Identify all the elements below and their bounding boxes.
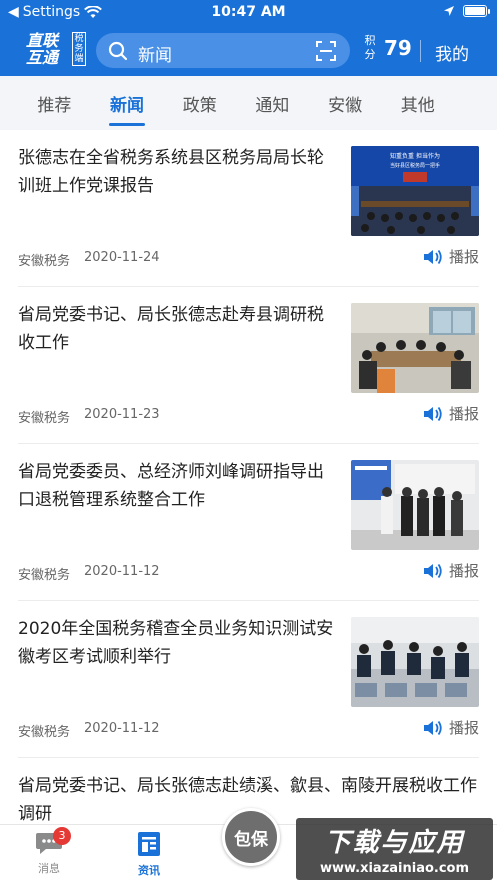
news-date: 2020-11-12 xyxy=(84,564,160,579)
logo-main-text: 直联互通 xyxy=(26,31,59,67)
mine-button[interactable]: 我的 xyxy=(435,40,469,65)
tab-other[interactable]: 其他 xyxy=(381,76,454,130)
broadcast-label: 播报 xyxy=(448,562,479,580)
baobao-button[interactable]: 包保 xyxy=(222,808,280,866)
battery-icon xyxy=(463,5,490,17)
tab-recommend[interactable]: 推荐 xyxy=(18,76,91,130)
broadcast-label: 播报 xyxy=(448,405,479,423)
news-source: 安徽税务 xyxy=(18,568,71,583)
news-source: 安徽税务 xyxy=(18,411,71,426)
news-title[interactable]: 2020年全国税务稽查全员业务知识测试安徽考区考试顺利举行 xyxy=(18,615,336,671)
location-icon xyxy=(444,6,454,16)
tab-label: 新闻 xyxy=(110,95,145,116)
broadcast-label: 播报 xyxy=(448,719,479,737)
speaker-icon xyxy=(423,563,442,578)
points-label: 积分 xyxy=(364,34,376,61)
meeting-stage-photo: 知重负重 担当作为 当好县区税务局一把手 xyxy=(351,146,479,236)
news-thumbnail[interactable] xyxy=(351,303,479,393)
news-source: 安徽税务 xyxy=(18,254,71,269)
svg-text:当好县区税务局一把手: 当好县区税务局一把手 xyxy=(390,162,440,169)
tab-messages[interactable]: 3 消息 xyxy=(19,827,79,876)
broadcast-button[interactable]: 播报 xyxy=(423,246,479,267)
speaker-icon xyxy=(423,720,442,735)
news-title[interactable]: 张德志在全省税务系统县区税务局局长轮训班上作党课报告 xyxy=(18,144,336,200)
status-time: 10:47 AM xyxy=(211,4,286,20)
broadcast-button[interactable]: 播报 xyxy=(423,403,479,424)
news-item[interactable]: 省局党委书记、局长张德志赴寿县调研税收工作 安徽税务 2020-11-23 播报 xyxy=(18,287,479,444)
news-meta: 安徽税务 2020-11-12 xyxy=(18,721,160,740)
points-display[interactable]: 积分 79 xyxy=(364,34,412,62)
tab-news-feed-label: 资讯 xyxy=(138,864,160,877)
tab-anhui[interactable]: 安徽 xyxy=(309,76,382,130)
logo-side-text: 税务端 xyxy=(72,32,86,66)
news-source: 安徽税务 xyxy=(18,725,71,740)
category-tabs: 推荐 新闻 政策 通知 安徽 其他 xyxy=(0,76,497,130)
news-date: 2020-11-23 xyxy=(84,407,160,422)
broadcast-button[interactable]: 播报 xyxy=(423,560,479,581)
news-meta: 安徽税务 2020-11-24 xyxy=(18,250,160,269)
news-date: 2020-11-12 xyxy=(84,721,160,736)
points-value: 79 xyxy=(384,36,412,60)
status-right xyxy=(443,5,490,17)
news-thumbnail[interactable]: 知重负重 担当作为 当好县区税务局一把手 xyxy=(351,146,479,236)
site-watermark: 下载与应用 www.xiazainiao.com xyxy=(296,818,493,880)
tab-notice[interactable]: 通知 xyxy=(236,76,309,130)
app-header: ◀ Settings 10:47 AM 直联互通 税务端 新闻 积分 79 我的 xyxy=(0,0,497,76)
tab-label: 安徽 xyxy=(328,95,363,116)
tab-policy[interactable]: 政策 xyxy=(163,76,236,130)
speaker-icon xyxy=(423,406,442,421)
tab-label: 通知 xyxy=(255,95,290,116)
news-title[interactable]: 省局党委委员、总经济师刘峰调研指导出口退税管理系统整合工作 xyxy=(18,458,336,514)
news-meta: 安徽税务 2020-11-23 xyxy=(18,407,160,426)
app-logo: 直联互通 税务端 xyxy=(26,32,86,70)
news-thumbnail[interactable] xyxy=(351,617,479,707)
search-icon xyxy=(108,41,128,61)
office-visit-photo xyxy=(351,460,479,550)
tab-news-feed[interactable]: 资讯 xyxy=(119,831,179,878)
news-date: 2020-11-24 xyxy=(84,250,160,265)
tab-news[interactable]: 新闻 xyxy=(91,76,164,130)
search-placeholder: 新闻 xyxy=(138,46,172,66)
news-thumbnail[interactable] xyxy=(351,460,479,550)
exam-room-photo xyxy=(351,617,479,707)
svg-text:知重负重 担当作为: 知重负重 担当作为 xyxy=(390,152,440,160)
news-item[interactable]: 2020年全国税务稽查全员业务知识测试安徽考区考试顺利举行 安徽税务 2020-… xyxy=(18,601,479,758)
news-list: 张德志在全省税务系统县区税务局局长轮训班上作党课报告 知重负重 担当作为 当好县… xyxy=(0,130,497,868)
meeting-room-photo xyxy=(351,303,479,393)
speaker-icon xyxy=(423,249,442,264)
broadcast-label: 播报 xyxy=(448,248,479,266)
news-title[interactable]: 省局党委书记、局长张德志赴寿县调研税收工作 xyxy=(18,301,336,357)
header-divider xyxy=(420,40,421,62)
watermark-main: 下载与应用 xyxy=(324,828,465,858)
search-bar[interactable]: 新闻 xyxy=(96,33,350,68)
watermark-url: www.xiazainiao.com xyxy=(319,861,470,876)
active-tab-indicator xyxy=(108,123,145,126)
news-meta: 安徽税务 2020-11-12 xyxy=(18,564,160,583)
newspaper-icon xyxy=(138,832,160,856)
tab-label: 推荐 xyxy=(37,95,72,116)
status-bar: ◀ Settings 10:47 AM xyxy=(0,0,497,26)
unread-badge: 3 xyxy=(53,827,71,845)
scan-icon[interactable] xyxy=(316,41,336,61)
news-item[interactable]: 省局党委委员、总经济师刘峰调研指导出口退税管理系统整合工作 安徽税务 2020-… xyxy=(18,444,479,601)
tab-label: 政策 xyxy=(182,95,217,116)
tab-label: 其他 xyxy=(400,95,435,116)
news-item[interactable]: 张德志在全省税务系统县区税务局局长轮训班上作党课报告 知重负重 担当作为 当好县… xyxy=(18,130,479,287)
broadcast-button[interactable]: 播报 xyxy=(423,717,479,738)
tab-messages-label: 消息 xyxy=(38,862,60,875)
